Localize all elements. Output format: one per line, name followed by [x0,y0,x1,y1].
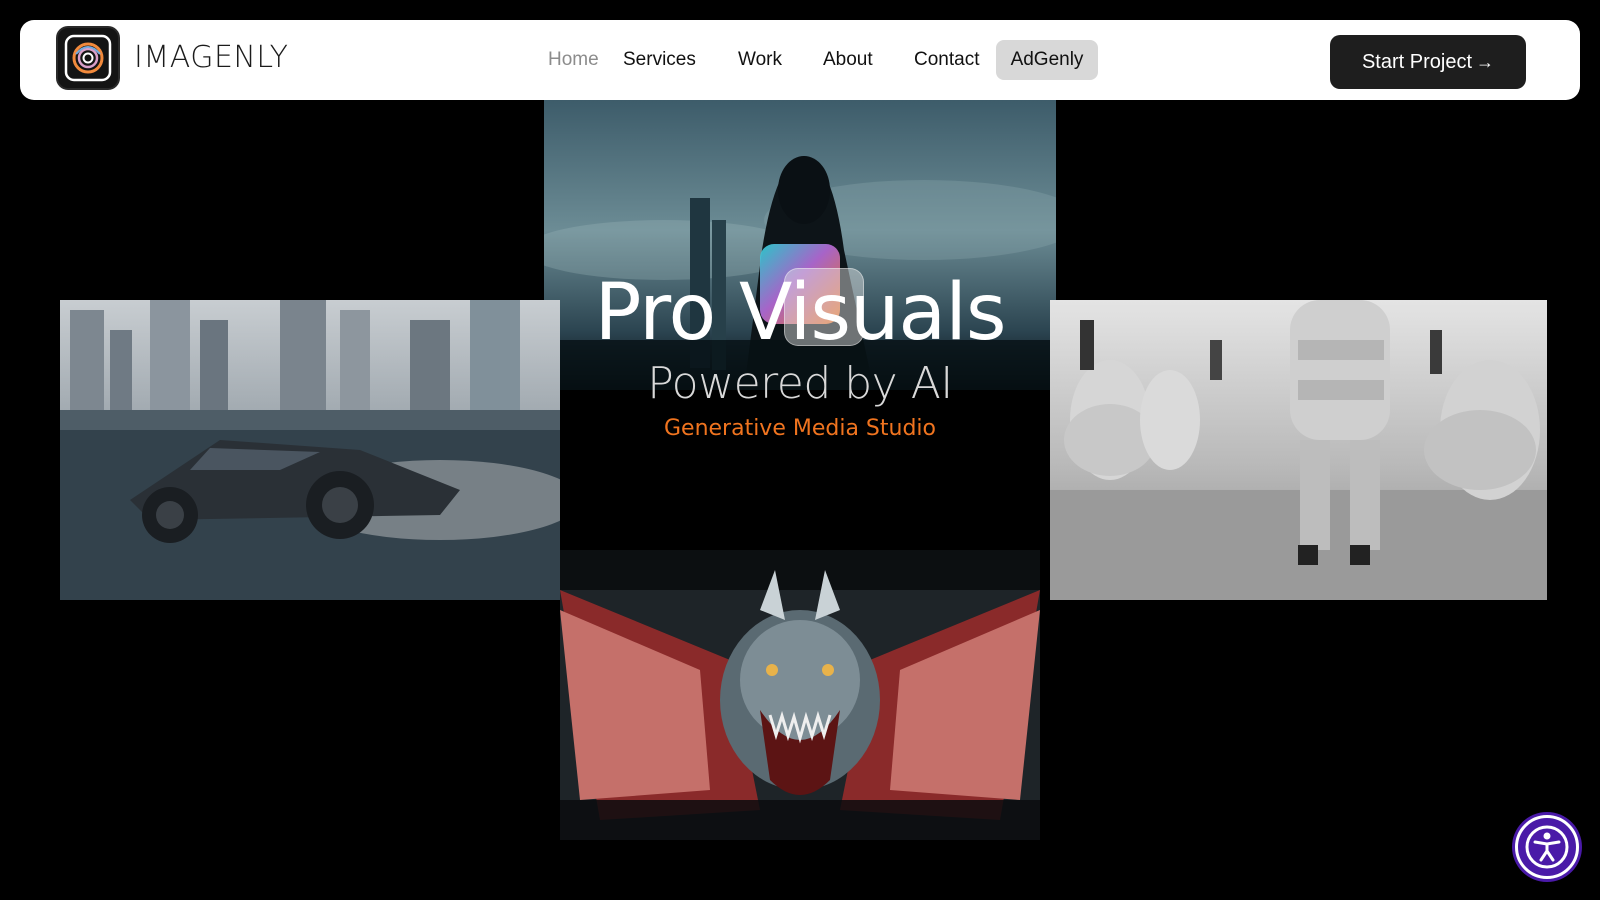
nav-item-contact[interactable]: Contact [914,40,979,80]
hero-title: Pro Visuals [594,268,1006,358]
top-navbar: IMAGENLY Home Services Work About Contac… [20,20,1580,100]
nav-item-adgenly[interactable]: AdGenly [996,40,1098,80]
start-project-button[interactable]: Start Project → [1330,35,1526,89]
nav-item-services[interactable]: Services [623,40,696,80]
start-project-label: Start Project [1361,50,1473,73]
arrow-right-icon: → [1476,51,1495,72]
hero-subtitle: Powered by AI [647,358,953,409]
accessibility-button[interactable] [1515,815,1579,879]
hero-image-dragon [560,550,1040,840]
nav-item-home[interactable]: Home [548,40,599,80]
hero-tagline: Generative Media Studio [663,416,936,441]
accessibility-icon [1525,825,1569,869]
nav-item-work[interactable]: Work [738,40,782,80]
nav-item-about[interactable]: About [823,40,873,80]
